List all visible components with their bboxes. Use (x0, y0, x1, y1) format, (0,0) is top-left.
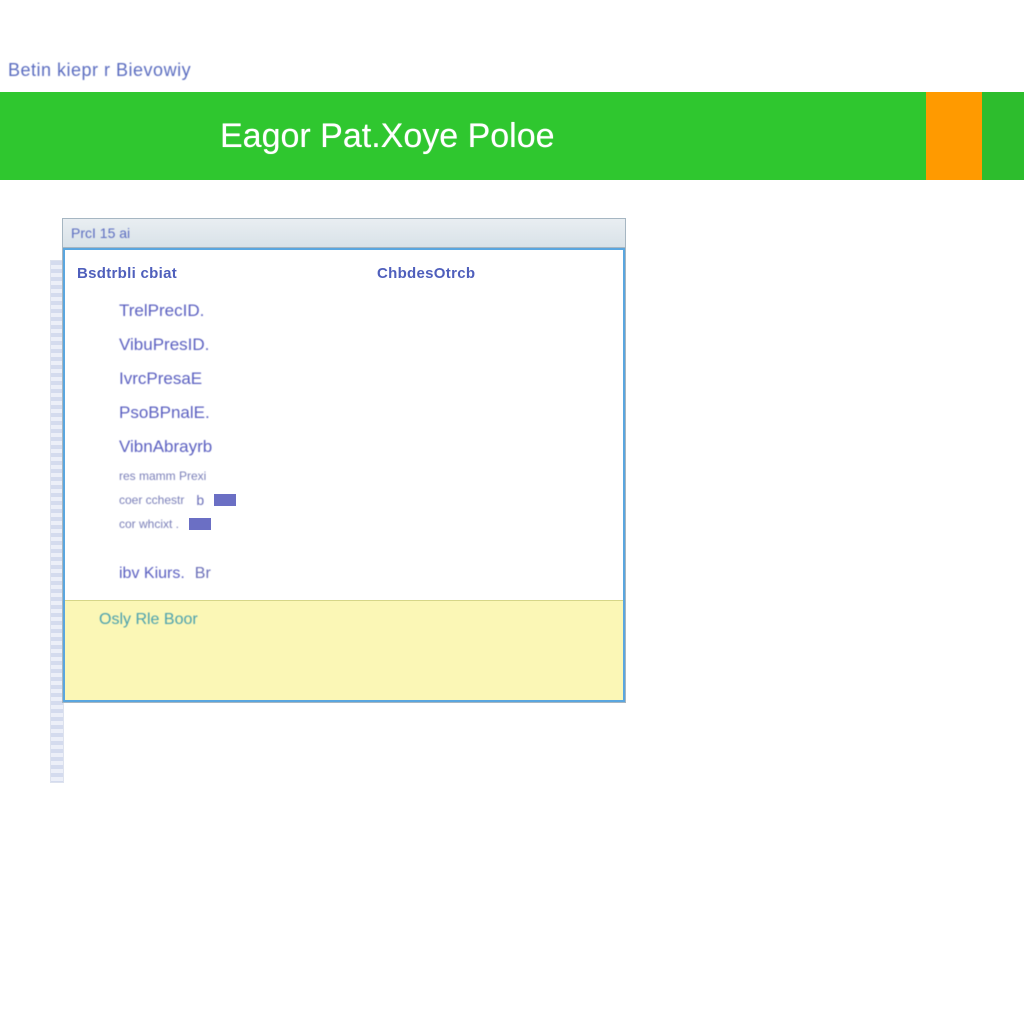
property-label: VibnAbrayrb (119, 437, 212, 457)
dialog-client-area: Bsdtrbli cbiat ChbdesOtrcb TrelPrecID. V… (63, 248, 625, 702)
description-text: Osly Rle Boor (99, 611, 198, 628)
property-row[interactable]: TrelPrecID. (119, 294, 623, 328)
property-label: IvrcPresaE (119, 369, 202, 389)
properties-dialog: PrcI 15 ai Bsdtrbli cbiat ChbdesOtrcb Tr… (62, 218, 626, 703)
property-label: PsoBPnalE. (119, 403, 210, 423)
property-row[interactable]: VibuPresID. (119, 328, 623, 362)
property-row[interactable]: IvrcPresaE (119, 362, 623, 396)
banner-accent-teal (982, 92, 1024, 180)
property-row[interactable]: PsoBPnalE. (119, 396, 623, 430)
property-subgroup: res mamm Prexi coer cchestr b cor whcixt… (119, 464, 623, 536)
property-row[interactable]: res mamm Prexi (119, 464, 623, 488)
properties-col-name: Bsdtrbli cbiat (77, 265, 377, 282)
properties-col-value: ChbdesOtrcb (377, 265, 475, 282)
banner-accent-orange (926, 92, 982, 180)
property-label: ibv Kiurs. (119, 565, 185, 583)
properties-list: TrelPrecID. VibuPresID. IvrcPresaE PsoBP… (65, 288, 623, 600)
dialog-caption: PrcI 15 ai (71, 225, 130, 241)
dialog-titlebar[interactable]: PrcI 15 ai (63, 219, 625, 248)
property-row[interactable]: coer cchestr b (119, 488, 623, 512)
property-value: Br (195, 565, 211, 583)
banner: Eagor Pat.Xoye Poloe (0, 92, 1024, 180)
property-label: VibuPresID. (119, 335, 209, 355)
property-value: b (196, 492, 204, 508)
properties-header-row: Bsdtrbli cbiat ChbdesOtrcb (65, 250, 623, 288)
property-label: res mamm Prexi (119, 469, 206, 483)
property-label: cor whcixt . (119, 517, 179, 531)
page-subheading: Betin kiepr r Bievowiy (8, 60, 191, 81)
property-row[interactable]: ibv Kiurs. Br (119, 554, 623, 594)
banner-title: Eagor Pat.Xoye Poloe (220, 117, 555, 156)
description-bar: Osly Rle Boor (65, 600, 623, 700)
property-row[interactable]: cor whcixt . (119, 512, 623, 536)
color-swatch-icon[interactable] (214, 494, 236, 506)
property-label: TrelPrecID. (119, 301, 204, 321)
property-row[interactable]: VibnAbrayrb (119, 430, 623, 464)
property-label: coer cchestr (119, 493, 184, 507)
color-swatch-icon[interactable] (189, 518, 211, 530)
spacer (119, 536, 623, 554)
